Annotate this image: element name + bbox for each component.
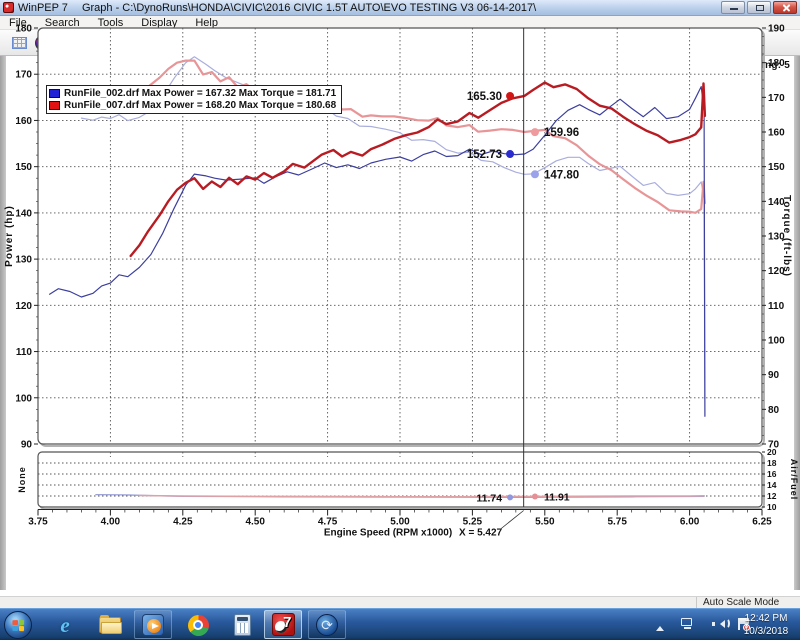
- legend-row-run002: RunFile_002.drf Max Power = 167.32 Max T…: [49, 87, 336, 99]
- x-tick-label: 4.75: [318, 517, 338, 528]
- torque-tick-label: 110: [768, 301, 785, 312]
- winpep-icon: [272, 613, 295, 636]
- torque-tick-label: 80: [768, 405, 780, 416]
- torque-tick-label: 180: [768, 58, 785, 69]
- power-axis-title: Power (hp): [4, 205, 15, 267]
- chart-legend: RunFile_002.drf Max Power = 167.32 Max T…: [46, 85, 342, 114]
- power-tick-label: 100: [15, 393, 32, 404]
- af-left-axis-title: None: [17, 466, 27, 493]
- torque-tick-label: 90: [768, 370, 780, 381]
- legend-swatch-run007: [49, 101, 60, 110]
- taskbar: e 12:42 PM 10/3/2018: [0, 608, 800, 640]
- cursor-marker-label: 147.80: [544, 169, 579, 181]
- x-tick-label: 5.25: [463, 517, 483, 528]
- desktop: WinPEP 7 Graph - C:\DynoRuns\HONDA\CIVIC…: [0, 0, 800, 640]
- x-tick-label: 3.75: [28, 517, 48, 528]
- taskbar-item-calculator[interactable]: [230, 613, 254, 637]
- taskbar-item-internet-explorer[interactable]: e: [53, 613, 77, 637]
- clock-time: 12:42 PM: [738, 612, 794, 625]
- cursor-marker-label: 152.73: [467, 149, 502, 161]
- sync-arrows-icon: [316, 614, 338, 636]
- af-tick-label: 20: [767, 447, 777, 457]
- taskbar-item-winpep[interactable]: [264, 610, 302, 639]
- cursor-marker-dot: [506, 92, 514, 100]
- power-tick-label: 140: [15, 208, 32, 219]
- torque-tick-label: 160: [768, 128, 785, 139]
- af-tick-label: 14: [767, 480, 777, 490]
- legend-label-run002: RunFile_002.drf Max Power = 167.32 Max T…: [64, 88, 336, 99]
- af-tick-label: 12: [767, 491, 777, 501]
- hidden-icons-caret[interactable]: [656, 622, 664, 631]
- torque-tick-label: 150: [768, 162, 785, 173]
- x-tick-label: 4.50: [245, 517, 265, 528]
- dyno-chart-plot[interactable]: 180 170 160 150 140 130 120 110 100 90 190 180 170 16…: [0, 0, 800, 540]
- x-axis-title: Engine Speed (RPM x1000): [324, 528, 452, 539]
- torque-axis-title: Torque (ft-lbs): [781, 195, 792, 277]
- start-button[interactable]: [4, 611, 32, 639]
- af-tick-label: 18: [767, 458, 777, 468]
- statusbar: Auto Scale Mode: [0, 596, 800, 608]
- cursor-marker-label: 159.96: [544, 127, 579, 139]
- cursor-marker-dot: [506, 150, 514, 158]
- power-tick-label: 120: [15, 301, 32, 312]
- af-tick-label: 10: [767, 502, 777, 512]
- x-tick-label: 5.75: [607, 517, 627, 528]
- taskbar-item-chrome[interactable]: [186, 613, 210, 637]
- legend-label-run007: RunFile_007.drf Max Power = 168.20 Max T…: [64, 100, 336, 111]
- x-tick-label: 5.00: [390, 517, 410, 528]
- x-tick-label: 5.50: [535, 517, 555, 528]
- cursor-marker-dot: [531, 170, 539, 178]
- power-tick-label: 180: [15, 24, 32, 35]
- x-tick-label: 4.00: [101, 517, 121, 528]
- cursor-marker-dot: [532, 493, 538, 499]
- calculator-icon: [234, 614, 251, 636]
- x-tick-label: 6.00: [680, 517, 700, 528]
- power-tick-label: 170: [15, 70, 32, 81]
- x-tick-label: 6.25: [752, 517, 772, 528]
- torque-tick-label: 170: [768, 93, 785, 104]
- network-icon[interactable]: [681, 618, 694, 629]
- taskbar-item-file-explorer[interactable]: [98, 613, 122, 637]
- legend-swatch-run002: [49, 89, 60, 98]
- cursor-marker-label: 11.74: [476, 492, 502, 504]
- cursor-marker-label: 11.91: [544, 491, 570, 503]
- folder-icon: [99, 617, 121, 633]
- power-tick-label: 160: [15, 116, 32, 127]
- taskbar-clock[interactable]: 12:42 PM 10/3/2018: [738, 612, 794, 638]
- torque-tick-label: 100: [768, 336, 785, 347]
- power-tick-label: 90: [21, 440, 33, 451]
- internet-explorer-icon: e: [60, 613, 69, 638]
- af-axis-title: Air/Fuel: [789, 459, 799, 501]
- cursor-marker-dot: [507, 494, 513, 500]
- windows-flag-icon: [12, 619, 24, 630]
- power-tick-label: 110: [16, 347, 33, 358]
- af-tick-label: 16: [767, 469, 777, 479]
- x-tick-label: 4.25: [173, 517, 193, 528]
- cursor-readout-pointer: [500, 511, 524, 530]
- power-tick-label: 150: [15, 162, 32, 173]
- torque-tick-label: 190: [768, 24, 785, 35]
- power-tick-label: 130: [15, 255, 32, 266]
- cursor-x-readout: X = 5.427: [459, 528, 503, 539]
- chrome-icon: [188, 615, 209, 636]
- taskbar-item-sync-app[interactable]: [308, 610, 346, 639]
- legend-row-run007: RunFile_007.drf Max Power = 168.20 Max T…: [49, 99, 336, 111]
- cursor-marker-dot: [531, 128, 539, 136]
- media-player-icon: [142, 614, 164, 636]
- clock-date: 10/3/2018: [738, 625, 794, 638]
- cursor-marker-label: 165.30: [467, 91, 502, 103]
- taskbar-item-media-player[interactable]: [134, 610, 172, 639]
